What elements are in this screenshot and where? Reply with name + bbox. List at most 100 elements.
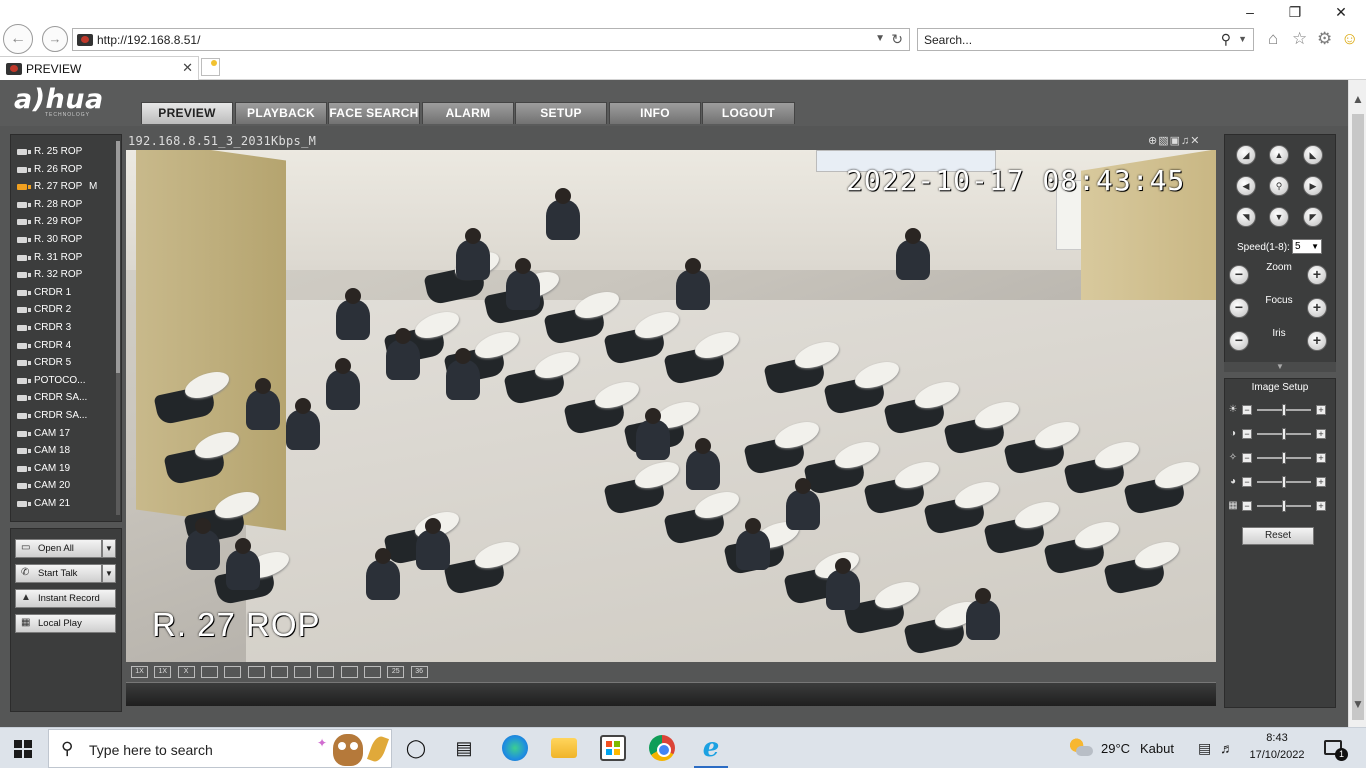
layout-button[interactable] — [200, 666, 218, 678]
slider-plus-button[interactable]: + — [1316, 453, 1326, 463]
layout-button[interactable] — [294, 666, 312, 678]
feedback-smiley-icon[interactable]: ☺ — [1341, 29, 1358, 49]
scroll-down-icon[interactable]: ▼ — [1349, 695, 1366, 713]
slider-minus-button[interactable]: − — [1242, 477, 1252, 487]
instant-record-button[interactable]: ▲ Instant Record — [15, 589, 116, 608]
search-dropdown-icon[interactable]: ▼ — [1238, 34, 1247, 44]
channel-item[interactable]: R. 26 ROP — [11, 162, 115, 180]
slider-knob[interactable] — [1282, 476, 1286, 488]
file-explorer-icon[interactable] — [551, 738, 577, 758]
refresh-icon[interactable]: ↻ — [891, 31, 903, 48]
channel-item[interactable]: CAM 18 — [11, 443, 115, 461]
new-tab-button[interactable] — [201, 58, 220, 76]
layout-button[interactable] — [364, 666, 381, 678]
channel-item[interactable]: CAM 21 — [11, 496, 115, 514]
page-scroll-thumb[interactable] — [1352, 114, 1364, 720]
minimize-icon[interactable]: – — [1240, 4, 1260, 20]
start-talk-button[interactable]: ✆ Start Talk — [15, 564, 102, 583]
slider-knob[interactable] — [1282, 452, 1286, 464]
ptz-collapse-toggle[interactable]: ▼ — [1224, 362, 1336, 372]
restore-icon[interactable]: ❐ — [1285, 4, 1305, 21]
channel-item[interactable]: CRDR 2 — [11, 302, 115, 320]
slider-minus-button[interactable]: − — [1242, 429, 1252, 439]
slider-plus-button[interactable]: + — [1316, 477, 1326, 487]
tab-preview[interactable]: PREVIEW — [141, 102, 233, 124]
snapshot-icon[interactable]: ▧ — [1158, 135, 1169, 147]
channel-item[interactable]: R. 27 ROP M — [11, 179, 115, 197]
browser-search-input[interactable] — [924, 32, 1204, 48]
image-slider[interactable]: ◕ − + — [1227, 475, 1335, 489]
ptz-center-zoom-icon[interactable]: ⚲ — [1269, 176, 1289, 196]
audio-icon[interactable]: ♫ — [1181, 135, 1190, 147]
layout-button[interactable] — [317, 666, 335, 678]
chrome-icon[interactable] — [649, 735, 675, 761]
ptz-up-right-button[interactable]: ◣ — [1303, 145, 1323, 165]
iris-plus-button[interactable]: + — [1307, 331, 1327, 351]
channel-item[interactable]: R. 28 ROP — [11, 197, 115, 215]
ptz-right-button[interactable]: ▶ — [1303, 176, 1323, 196]
reset-button[interactable]: Reset — [1242, 527, 1314, 545]
address-dropdown-icon[interactable]: ▼ — [875, 33, 885, 44]
layout-button[interactable] — [224, 666, 242, 678]
zoom-in-button[interactable]: + — [1307, 265, 1327, 285]
ptz-speed-select[interactable]: 5 ▼ — [1292, 239, 1322, 254]
clock-date[interactable]: 17/10/2022 — [1244, 749, 1310, 761]
live-video-frame[interactable]: 2022-10-17 08:43:45 R. 27 ROP — [126, 150, 1216, 662]
back-button[interactable]: ← — [3, 24, 33, 54]
taskbar-search[interactable]: ⚲ Type here to search ✦ — [48, 729, 392, 768]
layout-button[interactable]: 36 — [410, 666, 428, 678]
focus-minus-button[interactable]: − — [1229, 298, 1249, 318]
tab-face-search[interactable]: FACE SEARCH — [328, 102, 420, 124]
layout-button[interactable]: 1X — [131, 666, 148, 678]
channel-item[interactable]: CRDR SA... — [11, 390, 115, 408]
microsoft-store-icon[interactable] — [600, 735, 626, 761]
channel-item[interactable]: CAM 20 — [11, 478, 115, 496]
channel-item[interactable]: CRDR SA... — [11, 408, 115, 426]
channel-item[interactable]: R. 29 ROP — [11, 214, 115, 232]
volume-icon[interactable]: ♬ — [1220, 740, 1234, 756]
settings-gear-icon[interactable]: ⚙ — [1317, 29, 1332, 49]
camera-icon[interactable]: ▣ — [1170, 135, 1181, 147]
tab-close-icon[interactable]: ✕ — [182, 60, 193, 76]
slider-minus-button[interactable]: − — [1242, 405, 1252, 415]
search-icon[interactable]: ⚲ — [1221, 31, 1231, 48]
zoom-out-button[interactable]: − — [1229, 265, 1249, 285]
channel-item[interactable]: R. 30 ROP — [11, 232, 115, 250]
slider-knob[interactable] — [1282, 428, 1286, 440]
notification-center-icon[interactable]: 1 — [1324, 740, 1348, 761]
channel-item[interactable]: CRDR 3 — [11, 320, 115, 338]
ptz-down-button[interactable]: ▼ — [1269, 207, 1289, 227]
local-play-button[interactable]: ▦ Local Play — [15, 614, 116, 633]
weather-condition[interactable]: Kabut — [1140, 741, 1174, 756]
layout-button[interactable] — [270, 666, 288, 678]
browser-search[interactable]: ⚲ ▼ — [917, 28, 1254, 51]
image-slider[interactable]: ✧ − + — [1227, 451, 1335, 465]
channel-item[interactable]: CRDR 4 — [11, 338, 115, 356]
channel-item[interactable]: R. 31 ROP — [11, 250, 115, 268]
channel-item[interactable]: POTOCO... — [11, 373, 115, 391]
internet-explorer-icon[interactable]: e — [694, 735, 728, 768]
task-view-icon[interactable]: ▤ — [451, 735, 477, 761]
cortana-icon[interactable]: ◯ — [403, 735, 429, 761]
network-icon[interactable]: ▤ — [1198, 740, 1211, 757]
favorites-star-icon[interactable]: ☆ — [1292, 29, 1307, 49]
edge-browser-icon[interactable] — [502, 735, 528, 761]
weather-icon[interactable] — [1070, 738, 1093, 756]
weather-temperature[interactable]: 29°C — [1101, 741, 1130, 756]
layout-button[interactable]: X — [177, 666, 195, 678]
slider-plus-button[interactable]: + — [1316, 405, 1326, 415]
zoom-icon[interactable]: ⊕ — [1148, 135, 1158, 147]
tab-playback[interactable]: PLAYBACK — [235, 102, 327, 124]
channel-list-scroll-thumb[interactable] — [116, 141, 120, 373]
channel-item[interactable]: CRDR 5 — [11, 355, 115, 373]
ptz-down-left-button[interactable]: ◥ — [1236, 207, 1256, 227]
close-window-icon[interactable]: ✕ — [1331, 4, 1351, 21]
scroll-up-icon[interactable]: ▲ — [1349, 90, 1366, 108]
channel-item[interactable]: CAM 17 — [11, 426, 115, 444]
channel-item[interactable]: CAM 19 — [11, 461, 115, 479]
slider-plus-button[interactable]: + — [1316, 501, 1326, 511]
layout-button[interactable] — [340, 666, 358, 678]
ptz-left-button[interactable]: ◀ — [1236, 176, 1256, 196]
layout-button[interactable]: 1X — [154, 666, 172, 678]
clock-time[interactable]: 8:43 — [1254, 732, 1300, 744]
